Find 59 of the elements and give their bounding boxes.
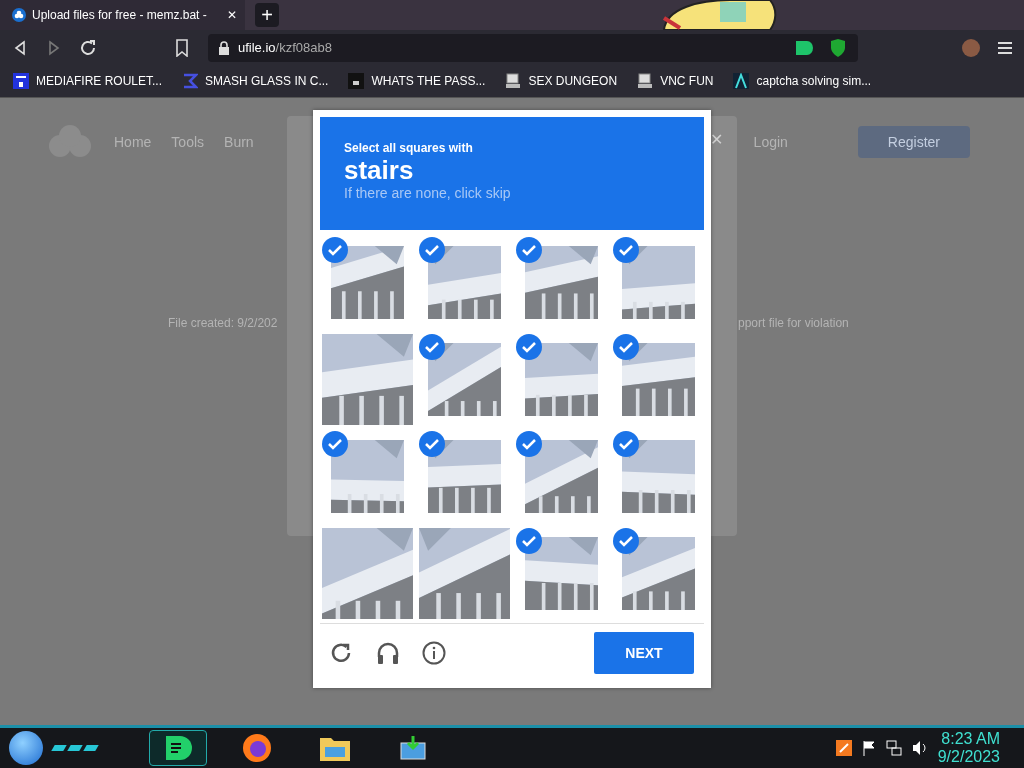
computer-icon <box>637 73 654 89</box>
network-icon[interactable] <box>885 740 902 756</box>
avatar-icon[interactable] <box>962 38 980 57</box>
reload-icon[interactable] <box>80 38 98 57</box>
check-icon <box>322 237 348 263</box>
chat-icon[interactable] <box>164 735 192 761</box>
browser-icon[interactable] <box>242 733 272 763</box>
forward-icon[interactable] <box>46 38 62 57</box>
back-icon[interactable] <box>12 38 28 57</box>
close-tab-button[interactable]: ✕ <box>227 8 237 22</box>
bookmark-icon[interactable] <box>174 38 190 57</box>
cloud-icon <box>12 8 26 22</box>
headphones-icon[interactable] <box>376 640 400 665</box>
clock-date[interactable]: 9/2/2023 <box>937 748 1000 766</box>
volume-icon[interactable] <box>911 740 928 756</box>
check-icon <box>322 431 348 457</box>
tab-title: Upload files for free - memz.bat - <box>32 8 207 22</box>
check-icon <box>613 237 639 263</box>
check-icon <box>419 431 445 457</box>
bookmark-link[interactable]: WHATS THE PASS... <box>371 74 486 88</box>
check-icon <box>516 334 542 360</box>
download-icon[interactable] <box>399 735 427 761</box>
taskbar-ornament <box>53 745 97 751</box>
new-tab-button[interactable]: + <box>255 3 279 27</box>
bookmark-link[interactable]: captcha solving sim... <box>756 74 872 88</box>
bookmark-icon <box>13 73 29 89</box>
menu-icon[interactable] <box>998 40 1012 55</box>
bookmark-icon <box>182 73 199 89</box>
start-button[interactable] <box>9 731 43 765</box>
check-icon <box>419 237 445 263</box>
app-icon[interactable] <box>835 740 852 756</box>
bookmark-icon <box>348 73 365 89</box>
lock-icon <box>218 40 230 55</box>
browser-tab[interactable]: Upload files for free - memz.bat - ✕ <box>0 0 245 30</box>
url-text: ufile.io/kzf08ab8 <box>238 40 332 55</box>
bookmark-link[interactable]: MEDIAFIRE ROULET... <box>36 74 163 88</box>
check-icon <box>516 431 542 457</box>
flag-icon[interactable] <box>861 740 876 756</box>
check-icon <box>516 237 542 263</box>
address-bar[interactable]: ufile.io/kzf08ab8 <box>208 33 858 62</box>
info-icon[interactable] <box>422 640 446 665</box>
captcha-prompt: Select all squares with <box>344 141 474 155</box>
file-created-text: File created: 9/2/202 <box>168 316 278 330</box>
bookmark-link[interactable]: SMASH GLASS IN C... <box>205 74 329 88</box>
bookmark-link[interactable]: SEX DUNGEON <box>528 74 618 88</box>
check-icon <box>419 334 445 360</box>
bookmark-link[interactable]: VNC FUN <box>660 74 714 88</box>
check-icon <box>613 431 639 457</box>
clock-time[interactable]: 8:23 AM <box>941 730 1000 748</box>
next-button[interactable]: NEXT <box>594 631 694 674</box>
bookmark-icon <box>733 73 750 89</box>
check-icon <box>516 528 542 554</box>
captcha-hint: If there are none, click skip <box>344 185 512 201</box>
computer-icon <box>505 73 522 89</box>
check-icon <box>613 334 639 360</box>
shield-icon[interactable] <box>830 38 846 57</box>
chat-icon[interactable] <box>794 38 814 57</box>
check-icon <box>613 528 639 554</box>
captcha-target: stairs <box>344 155 415 185</box>
